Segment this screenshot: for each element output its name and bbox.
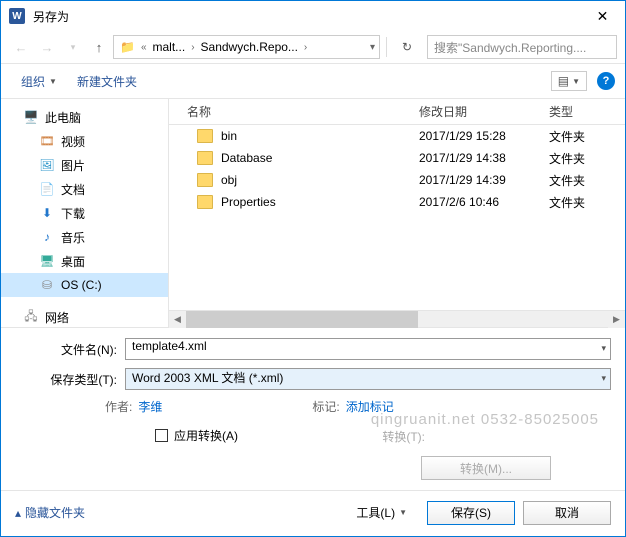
sidebar-item-music[interactable]: ♪音乐 <box>1 225 168 249</box>
apply-transform-checkbox[interactable] <box>155 429 168 442</box>
file-list: bin2017/1/29 15:28文件夹Database2017/1/29 1… <box>169 125 625 213</box>
main-area: 🖥️此电脑 🎞视频 🖼图片 📄文档 ⬇下载 ♪音乐 🖥桌面 ⛁OS (C:) 🖧… <box>1 99 625 327</box>
breadcrumb-root[interactable]: « <box>139 42 149 53</box>
scroll-track[interactable] <box>186 311 608 328</box>
download-icon: ⬇ <box>39 205 55 221</box>
window-title: 另存为 <box>33 8 580 25</box>
sidebar: 🖥️此电脑 🎞视频 🖼图片 📄文档 ⬇下载 ♪音乐 🖥桌面 ⛁OS (C:) 🖧… <box>1 99 169 327</box>
chevron-right-icon: › <box>189 42 196 53</box>
column-date[interactable]: 修改日期 <box>419 103 549 120</box>
author-value[interactable]: 李维 <box>138 398 162 415</box>
chevron-right-icon: › <box>302 42 309 53</box>
file-type: 文件夹 <box>549 172 625 189</box>
file-pane: 名称 修改日期 类型 bin2017/1/29 15:28文件夹Database… <box>169 99 625 327</box>
view-mode-button[interactable]: ▤▼ <box>551 71 587 91</box>
app-icon: W <box>9 8 25 24</box>
author-label: 作者: <box>105 398 138 415</box>
scroll-thumb[interactable] <box>186 311 418 328</box>
file-name: Properties <box>221 195 276 209</box>
cancel-button[interactable]: 取消 <box>523 501 611 525</box>
breadcrumb-seg1[interactable]: malt... <box>149 40 190 54</box>
filetype-select[interactable]: Word 2003 XML 文档 (*.xml)▾ <box>125 368 611 390</box>
transform-label: 转换(T): <box>382 428 431 445</box>
apply-transform-label: 应用转换(A) <box>174 427 238 444</box>
up-button[interactable]: ↑ <box>87 35 111 59</box>
file-row[interactable]: obj 2017/1/29 14:39文件夹 <box>169 169 625 191</box>
file-date: 2017/1/29 15:28 <box>419 129 549 143</box>
drive-icon: ⛁ <box>39 277 55 293</box>
bottom-panel: 文件名(N): template4.xml▾ 保存类型(T): Word 200… <box>1 327 625 490</box>
file-row[interactable]: Database 2017/1/29 14:38文件夹 <box>169 147 625 169</box>
tags-value[interactable]: 添加标记 <box>346 398 394 415</box>
horizontal-scrollbar[interactable]: ◀ ▶ <box>169 310 625 327</box>
tools-dropdown[interactable]: 工具(L)▼ <box>356 504 407 521</box>
folder-icon: 📁 <box>120 40 135 54</box>
footer: ▴隐藏文件夹 工具(L)▼ 保存(S) 取消 <box>1 490 625 534</box>
file-name: obj <box>221 173 237 187</box>
file-type: 文件夹 <box>549 128 625 145</box>
chevron-down-icon[interactable]: ▾ <box>601 343 606 354</box>
file-type: 文件夹 <box>549 150 625 167</box>
title-bar: W 另存为 ✕ <box>1 1 625 31</box>
close-button[interactable]: ✕ <box>580 1 625 31</box>
separator <box>386 37 387 57</box>
help-button[interactable]: ? <box>597 72 615 90</box>
filename-label: 文件名(N): <box>15 341 125 358</box>
file-name: bin <box>221 129 237 143</box>
breadcrumb-seg2[interactable]: Sandwych.Repo... <box>197 40 302 54</box>
folder-icon <box>197 151 213 165</box>
file-name: Database <box>221 151 272 165</box>
toolbar: 组织▼ 新建文件夹 ▤▼ ? <box>1 63 625 99</box>
search-placeholder: 搜索"Sandwych.Reporting.... <box>434 39 586 56</box>
sidebar-item-documents[interactable]: 📄文档 <box>1 177 168 201</box>
tags-label: 标记: <box>312 398 345 415</box>
save-button[interactable]: 保存(S) <box>427 501 515 525</box>
scroll-right-button[interactable]: ▶ <box>608 311 625 328</box>
sidebar-item-videos[interactable]: 🎞视频 <box>1 129 168 153</box>
file-row[interactable]: bin 2017/1/29 15:28文件夹 <box>169 125 625 147</box>
sidebar-item-desktop[interactable]: 🖥桌面 <box>1 249 168 273</box>
breadcrumb[interactable]: 📁 « malt... › Sandwych.Repo... › ▾ <box>113 35 380 59</box>
document-icon: 📄 <box>39 181 55 197</box>
folder-icon <box>197 195 213 209</box>
scroll-left-button[interactable]: ◀ <box>169 311 186 328</box>
new-folder-button[interactable]: 新建文件夹 <box>67 73 147 90</box>
desktop-icon: 🖥 <box>39 253 55 269</box>
recent-dropdown[interactable]: ▾ <box>61 35 85 59</box>
sidebar-item-downloads[interactable]: ⬇下载 <box>1 201 168 225</box>
hide-folders-link[interactable]: ▴隐藏文件夹 <box>15 504 85 521</box>
column-name[interactable]: 名称 <box>169 103 419 120</box>
file-date: 2017/2/6 10:46 <box>419 195 549 209</box>
column-type[interactable]: 类型 <box>549 103 625 120</box>
file-date: 2017/1/29 14:38 <box>419 151 549 165</box>
sidebar-item-network[interactable]: 🖧网络 <box>1 305 168 327</box>
chevron-down-icon[interactable]: ▾ <box>601 373 606 384</box>
sidebar-item-thispc[interactable]: 🖥️此电脑 <box>1 105 168 129</box>
folder-icon <box>197 129 213 143</box>
sidebar-item-osc[interactable]: ⛁OS (C:) <box>1 273 168 297</box>
file-type: 文件夹 <box>549 194 625 211</box>
file-header: 名称 修改日期 类型 <box>169 99 625 125</box>
music-icon: ♪ <box>39 229 55 245</box>
video-icon: 🎞 <box>39 133 55 149</box>
file-row[interactable]: Properties 2017/2/6 10:46文件夹 <box>169 191 625 213</box>
forward-button[interactable]: → <box>35 35 59 59</box>
back-button[interactable]: ← <box>9 35 33 59</box>
search-input[interactable]: 搜索"Sandwych.Reporting.... <box>427 35 617 59</box>
pc-icon: 🖥️ <box>23 109 39 125</box>
picture-icon: 🖼 <box>39 157 55 173</box>
network-icon: 🖧 <box>23 309 39 325</box>
folder-icon <box>197 173 213 187</box>
filetype-label: 保存类型(T): <box>15 371 125 388</box>
chevron-up-icon: ▴ <box>15 506 21 520</box>
organize-button[interactable]: 组织▼ <box>11 73 67 90</box>
refresh-button[interactable]: ↻ <box>395 35 419 59</box>
nav-bar: ← → ▾ ↑ 📁 « malt... › Sandwych.Repo... ›… <box>1 31 625 63</box>
breadcrumb-dropdown[interactable]: ▾ <box>368 42 377 53</box>
transform-button: 转换(M)... <box>421 456 551 480</box>
view-options: ▤▼ <box>551 71 587 91</box>
filename-input[interactable]: template4.xml▾ <box>125 338 611 360</box>
sidebar-item-pictures[interactable]: 🖼图片 <box>1 153 168 177</box>
file-date: 2017/1/29 14:39 <box>419 173 549 187</box>
